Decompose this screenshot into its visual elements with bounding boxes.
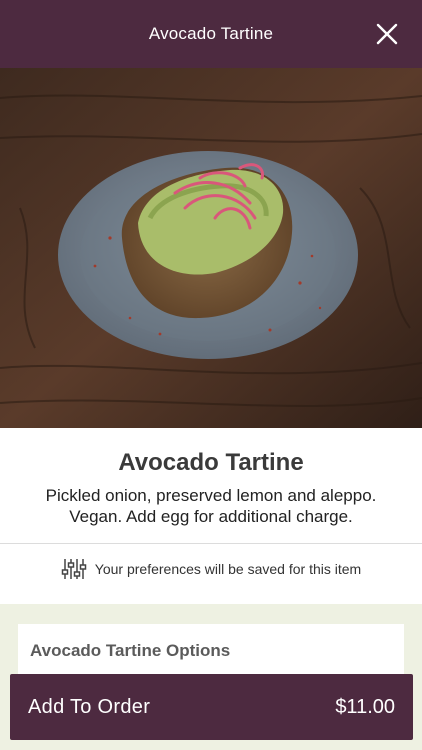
item-photo	[0, 68, 422, 428]
divider	[0, 543, 422, 544]
close-icon[interactable]	[374, 21, 400, 47]
preferences-text: Your preferences will be saved for this …	[94, 561, 362, 577]
header-bar: Avocado Tartine	[0, 0, 422, 68]
options-title: Avocado Tartine Options	[30, 641, 231, 660]
item-title: Avocado Tartine	[118, 449, 304, 476]
add-to-order-label: Add To Order	[28, 695, 151, 718]
item-info: Avocado Tartine Pickled onion, preserved…	[0, 428, 422, 527]
order-price: $11.00	[335, 695, 395, 718]
header-title: Avocado Tartine	[148, 24, 274, 43]
preferences-note: Your preferences will be saved for this …	[0, 553, 422, 585]
sliders-icon	[61, 559, 87, 579]
add-to-order-button[interactable]: Add To Order $11.00	[10, 674, 413, 740]
item-description: Pickled onion, preserved lemon and alepp…	[45, 486, 377, 526]
